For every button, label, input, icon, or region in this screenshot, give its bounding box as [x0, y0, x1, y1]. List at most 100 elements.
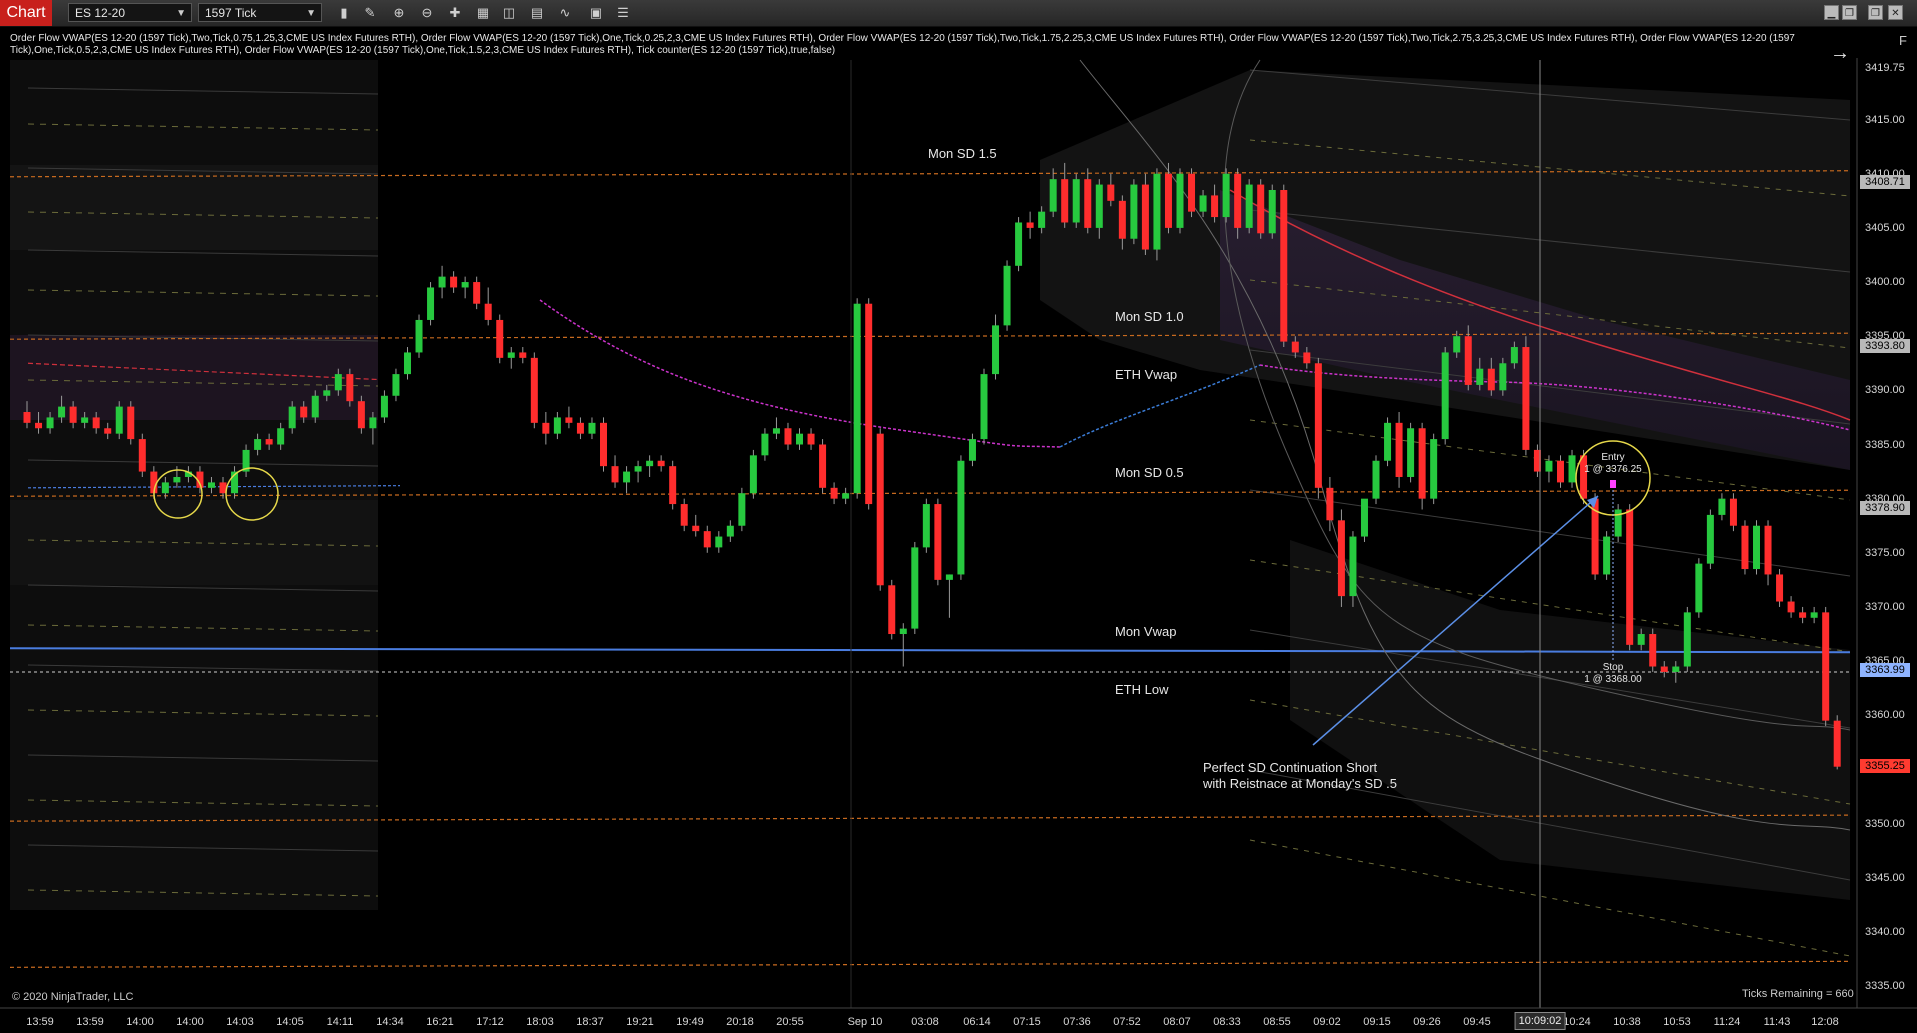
candle-up — [46, 417, 54, 429]
candle-up — [1637, 634, 1645, 645]
time-tick-label: 09:15 — [1363, 1016, 1391, 1028]
candle-down — [1464, 336, 1472, 385]
candle-up — [1360, 498, 1368, 537]
ticks-remaining: Ticks Remaining = 660 — [1742, 988, 1854, 1000]
time-tick-label: 12:08 — [1811, 1016, 1839, 1028]
candle-up — [81, 417, 89, 423]
candle-down — [1626, 509, 1634, 645]
time-tick-label: 20:55 — [776, 1016, 804, 1028]
candle-down — [888, 585, 896, 635]
time-tick-label: 08:55 — [1263, 1016, 1291, 1028]
candle-up — [1384, 422, 1392, 461]
candle-up — [842, 493, 850, 499]
price-tick-label: 3335.00 — [1865, 980, 1905, 992]
stop-detail: 1 @ 3368.00 — [1584, 674, 1642, 685]
candle-up — [1545, 460, 1553, 472]
candle-up — [1199, 195, 1207, 212]
candle-down — [1556, 460, 1564, 483]
price-tick-label: 3405.00 — [1865, 221, 1905, 234]
sd-band-lower-cone — [1290, 540, 1850, 900]
candle-down — [1026, 222, 1034, 228]
time-tick-label: 11:43 — [1763, 1016, 1791, 1028]
trade-note: Perfect SD Continuation Short with Reist… — [1203, 760, 1397, 792]
arrow-right-icon[interactable]: → — [1830, 42, 1850, 65]
candle-up — [968, 439, 976, 461]
time-tick-label: 16:21 — [426, 1016, 454, 1028]
price-tick-label: 3390.00 — [1865, 384, 1905, 397]
level-lower_orange — [9, 960, 1851, 968]
candle-up — [588, 422, 596, 434]
label-eth-low: ETH Low — [1115, 682, 1169, 697]
candle-down — [876, 433, 884, 586]
candle-up — [1268, 189, 1276, 234]
candle-up — [749, 455, 757, 494]
candle-up — [726, 525, 734, 537]
label-mon-sd-1-5: Mon SD 1.5 — [928, 146, 997, 161]
candle-up — [1695, 563, 1703, 613]
candle-down — [473, 282, 481, 304]
candle-down — [1487, 368, 1495, 391]
candle-down — [69, 406, 77, 423]
candle-up — [899, 628, 907, 635]
candle-up — [553, 417, 561, 434]
candle-up — [161, 482, 169, 494]
candle-down — [657, 460, 665, 467]
candle-up — [323, 390, 331, 396]
candle-down — [565, 417, 573, 423]
price-tick-label: 3415.00 — [1865, 113, 1905, 126]
candle-up — [369, 417, 377, 429]
candle-up — [796, 433, 804, 445]
candle-down — [1118, 200, 1126, 239]
candle-up — [634, 466, 642, 472]
candle-down — [669, 466, 677, 505]
candle-up — [1222, 173, 1230, 218]
crosshair-time-label: 10:09:02 — [1514, 1012, 1566, 1030]
candle-up — [277, 428, 285, 445]
candle-down — [127, 406, 135, 440]
time-tick-label: 14:05 — [276, 1016, 304, 1028]
price-marker-3363: 3363.99 — [1860, 663, 1910, 677]
candle-down — [1833, 720, 1841, 767]
candle-up — [207, 482, 215, 488]
candle-up — [1153, 173, 1161, 250]
time-tick-label: 20:18 — [726, 1016, 754, 1028]
candle-up — [1499, 363, 1507, 391]
candle-down — [542, 422, 550, 434]
time-tick-label: 17:12 — [476, 1016, 504, 1028]
candle-down — [1395, 422, 1403, 477]
label-mon-sd-0-5: Mon SD 0.5 — [1115, 465, 1184, 480]
candle-down — [1303, 352, 1311, 364]
candle-up — [415, 319, 423, 353]
candle-up — [1407, 428, 1415, 477]
candle-down — [600, 422, 607, 467]
candle-down — [1141, 184, 1149, 250]
candle-down — [357, 401, 365, 429]
time-tick-label: 03:08 — [911, 1016, 939, 1028]
candle-up — [1003, 265, 1011, 326]
candle-up — [1753, 525, 1760, 570]
candle-up — [311, 395, 319, 418]
candle-up — [1430, 439, 1438, 499]
candle-up — [1441, 352, 1449, 440]
candle-up — [715, 536, 723, 548]
candle-up — [957, 460, 965, 575]
candle-down — [1257, 184, 1265, 234]
time-tick-label: 13:59 — [76, 1016, 104, 1028]
candle-up — [438, 276, 446, 288]
candle-up — [1245, 184, 1253, 228]
candle-up — [1510, 347, 1518, 364]
prior-band-upper — [10, 165, 378, 250]
price-tick-label: 3400.00 — [1865, 276, 1905, 289]
candle-down — [692, 525, 700, 532]
candle-down — [1314, 363, 1322, 488]
price-marker-3408: 3408.71 — [1860, 175, 1910, 189]
candle-down — [484, 303, 492, 320]
panel-f-button[interactable]: F — [1899, 33, 1907, 48]
time-tick-label: 08:33 — [1213, 1016, 1241, 1028]
price-tick-label: 3360.00 — [1865, 709, 1905, 722]
time-tick-label: 11:24 — [1713, 1016, 1741, 1028]
candle-up — [1349, 536, 1357, 597]
candle-up — [461, 282, 469, 288]
time-tick-label: 10:53 — [1663, 1016, 1691, 1028]
time-tick-label: 19:21 — [626, 1016, 654, 1028]
